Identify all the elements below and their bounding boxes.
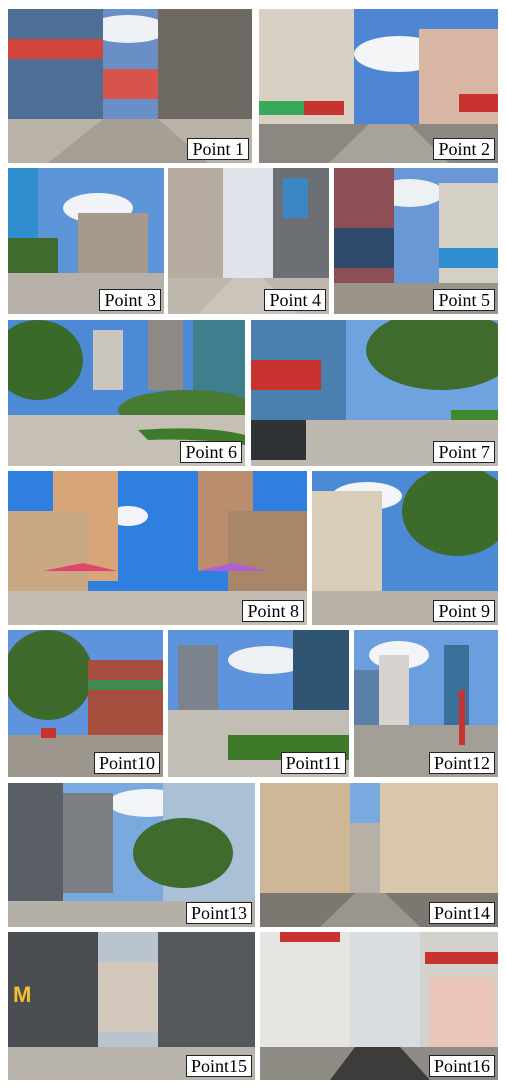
photo-point-1: Point 1: [8, 9, 252, 163]
point-label: Point 2: [433, 138, 495, 160]
point-label: Point 5: [433, 289, 495, 311]
point-label: Point12: [428, 752, 495, 774]
photo-grid: Point 1 Point 2 Point 3 Point 4 Point 5 …: [0, 0, 506, 1088]
photo-point-2: Point 2: [259, 9, 498, 163]
point-label: Point10: [93, 752, 160, 774]
photo-point-11: Point11: [168, 630, 349, 777]
point-label: Point 8: [242, 600, 304, 622]
photo-point-8: Point 8: [8, 471, 307, 625]
photo-point-6: Point 6: [8, 320, 245, 466]
point-label: Point16: [428, 1055, 495, 1077]
point-label: Point 1: [187, 138, 249, 160]
point-label: Point 4: [264, 289, 326, 311]
point-label: Point 6: [180, 441, 242, 463]
point-label: Point14: [428, 902, 495, 924]
photo-point-5: Point 5: [334, 168, 498, 314]
photo-point-15: M Point15: [8, 932, 255, 1080]
photo-point-4: Point 4: [168, 168, 329, 314]
photo-point-9: Point 9: [312, 471, 498, 625]
point-label: Point11: [280, 752, 346, 774]
point-label: Point 3: [99, 289, 161, 311]
photo-point-3: Point 3: [8, 168, 164, 314]
point-label: Point13: [185, 902, 252, 924]
photo-point-16: Point16: [260, 932, 498, 1080]
photo-point-13: Point13: [8, 783, 255, 927]
photo-point-14: Point14: [260, 783, 498, 927]
photo-point-12: Point12: [354, 630, 498, 777]
point-label: Point 9: [433, 600, 495, 622]
point-label: Point 7: [433, 441, 495, 463]
point-label: Point15: [185, 1055, 252, 1077]
photo-point-10: Point10: [8, 630, 163, 777]
svg-text:M: M: [13, 982, 31, 1007]
photo-point-7: Point 7: [251, 320, 498, 466]
